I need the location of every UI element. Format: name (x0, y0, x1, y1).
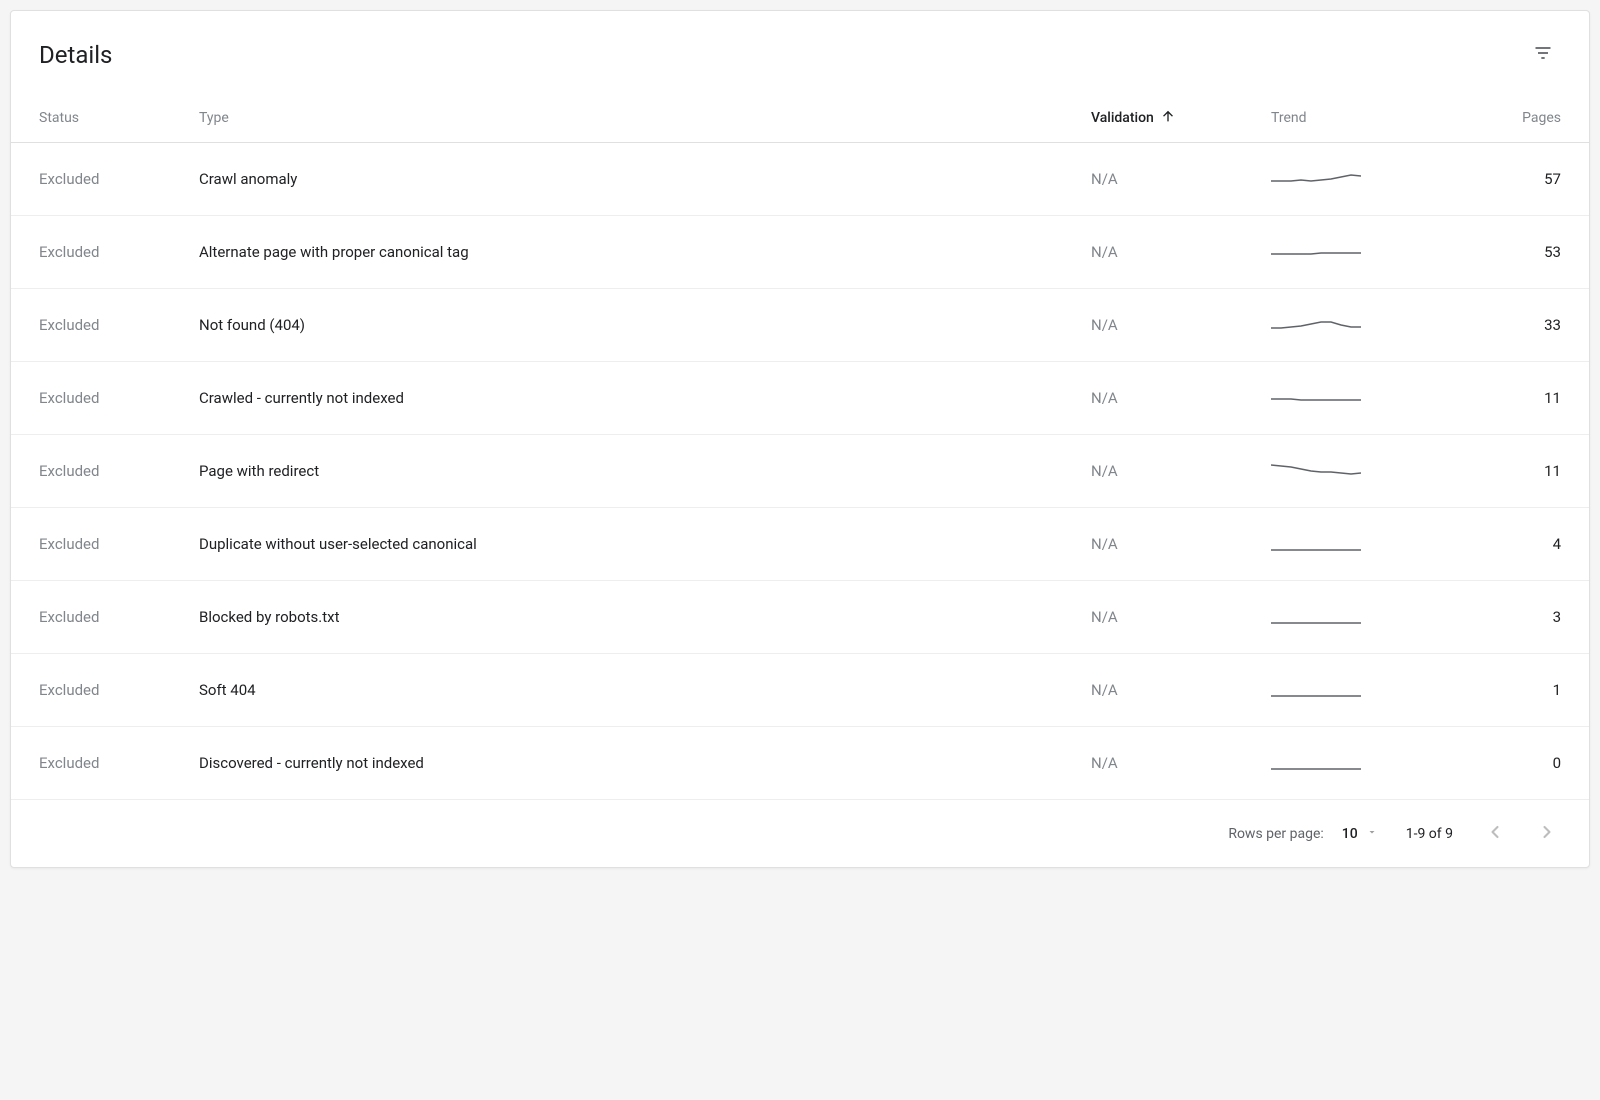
cell-type: Page with redirect (199, 462, 1091, 480)
cell-status: Excluded (39, 462, 199, 480)
col-type[interactable]: Type (199, 110, 1091, 126)
cell-trend (1271, 165, 1421, 193)
cell-validation: N/A (1091, 316, 1271, 334)
sparkline-icon (1271, 165, 1361, 193)
sort-asc-icon (1160, 108, 1176, 128)
cell-validation: N/A (1091, 243, 1271, 261)
cell-trend (1271, 238, 1421, 266)
cell-type: Blocked by robots.txt (199, 608, 1091, 626)
cell-trend (1271, 603, 1421, 631)
cell-pages: 1 (1421, 681, 1561, 699)
cell-type: Alternate page with proper canonical tag (199, 243, 1091, 261)
cell-type: Discovered - currently not indexed (199, 754, 1091, 772)
chevron-left-icon (1485, 822, 1505, 845)
details-card: Details Status Type Validation Trend Pag… (10, 10, 1590, 868)
cell-pages: 4 (1421, 535, 1561, 553)
page-range: 1-9 of 9 (1406, 826, 1453, 842)
card-header: Details (11, 11, 1589, 94)
cell-validation: N/A (1091, 389, 1271, 407)
sparkline-icon (1271, 457, 1361, 485)
cell-validation: N/A (1091, 535, 1271, 553)
prev-page-button[interactable] (1481, 818, 1509, 849)
cell-trend (1271, 311, 1421, 339)
table-row[interactable]: ExcludedAlternate page with proper canon… (11, 216, 1589, 289)
cell-pages: 0 (1421, 754, 1561, 772)
cell-pages: 57 (1421, 170, 1561, 188)
table-row[interactable]: ExcludedBlocked by robots.txtN/A 3 (11, 581, 1589, 654)
cell-status: Excluded (39, 316, 199, 334)
col-status[interactable]: Status (39, 110, 199, 126)
dropdown-icon (1366, 826, 1378, 842)
cell-pages: 3 (1421, 608, 1561, 626)
page-size-select[interactable]: 10 (1342, 826, 1378, 842)
sparkline-icon (1271, 238, 1361, 266)
rows-per-page-label: Rows per page: (1228, 826, 1323, 842)
next-page-button[interactable] (1533, 818, 1561, 849)
cell-type: Crawl anomaly (199, 170, 1091, 188)
sparkline-icon (1271, 603, 1361, 631)
cell-validation: N/A (1091, 681, 1271, 699)
cell-type: Duplicate without user-selected canonica… (199, 535, 1091, 553)
page-size-value: 10 (1342, 826, 1358, 842)
col-validation-label: Validation (1091, 110, 1154, 126)
cell-status: Excluded (39, 243, 199, 261)
cell-type: Crawled - currently not indexed (199, 389, 1091, 407)
table-row[interactable]: ExcludedDiscovered - currently not index… (11, 727, 1589, 800)
cell-trend (1271, 530, 1421, 558)
pagination-bar: Rows per page: 10 1-9 of 9 (11, 800, 1589, 867)
col-trend[interactable]: Trend (1271, 110, 1421, 126)
cell-pages: 11 (1421, 389, 1561, 407)
cell-status: Excluded (39, 389, 199, 407)
table-row[interactable]: ExcludedCrawl anomalyN/A 57 (11, 143, 1589, 216)
cell-validation: N/A (1091, 462, 1271, 480)
cell-validation: N/A (1091, 608, 1271, 626)
cell-pages: 53 (1421, 243, 1561, 261)
table-row[interactable]: ExcludedSoft 404N/A 1 (11, 654, 1589, 727)
cell-status: Excluded (39, 681, 199, 699)
cell-trend (1271, 384, 1421, 412)
cell-status: Excluded (39, 170, 199, 188)
sparkline-icon (1271, 530, 1361, 558)
table-row[interactable]: ExcludedDuplicate without user-selected … (11, 508, 1589, 581)
card-title: Details (39, 41, 112, 69)
cell-pages: 11 (1421, 462, 1561, 480)
col-validation[interactable]: Validation (1091, 108, 1271, 128)
table-header-row: Status Type Validation Trend Pages (11, 94, 1589, 143)
cell-validation: N/A (1091, 170, 1271, 188)
cell-type: Soft 404 (199, 681, 1091, 699)
cell-status: Excluded (39, 608, 199, 626)
sparkline-icon (1271, 384, 1361, 412)
cell-pages: 33 (1421, 316, 1561, 334)
cell-type: Not found (404) (199, 316, 1091, 334)
page-nav (1481, 818, 1561, 849)
cell-status: Excluded (39, 535, 199, 553)
sparkline-icon (1271, 676, 1361, 704)
rows-per-page: Rows per page: 10 (1228, 826, 1377, 842)
table-row[interactable]: ExcludedNot found (404)N/A 33 (11, 289, 1589, 362)
cell-trend (1271, 457, 1421, 485)
cell-trend (1271, 749, 1421, 777)
cell-trend (1271, 676, 1421, 704)
table-row[interactable]: ExcludedCrawled - currently not indexedN… (11, 362, 1589, 435)
sparkline-icon (1271, 749, 1361, 777)
filter-icon (1533, 43, 1553, 66)
col-pages[interactable]: Pages (1421, 110, 1561, 126)
chevron-right-icon (1537, 822, 1557, 845)
sparkline-icon (1271, 311, 1361, 339)
table-row[interactable]: ExcludedPage with redirectN/A 11 (11, 435, 1589, 508)
table-body: ExcludedCrawl anomalyN/A57ExcludedAltern… (11, 143, 1589, 800)
filter-button[interactable] (1525, 35, 1561, 74)
cell-status: Excluded (39, 754, 199, 772)
cell-validation: N/A (1091, 754, 1271, 772)
